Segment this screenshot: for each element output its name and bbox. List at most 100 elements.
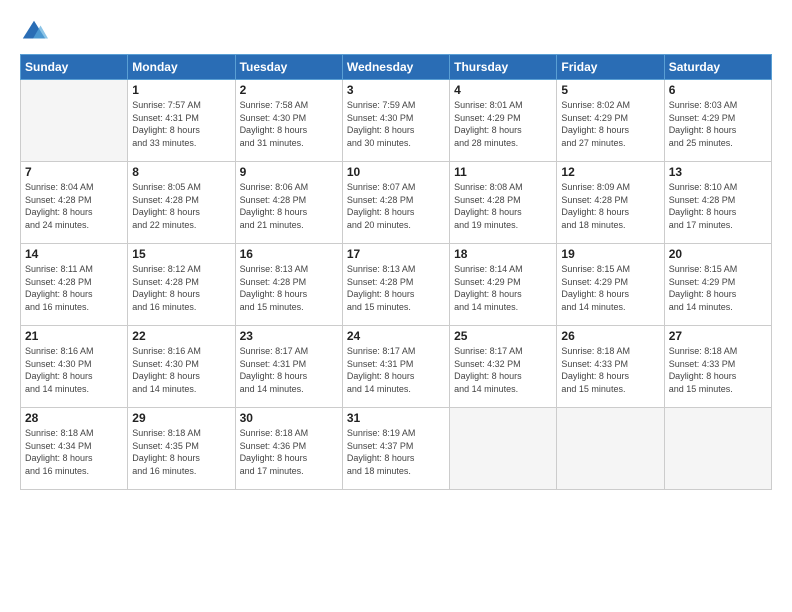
day-info: Sunrise: 8:18 AM Sunset: 4:33 PM Dayligh…	[561, 345, 659, 395]
logo-icon	[20, 18, 48, 46]
day-info: Sunrise: 8:06 AM Sunset: 4:28 PM Dayligh…	[240, 181, 338, 231]
calendar: SundayMondayTuesdayWednesdayThursdayFrid…	[20, 54, 772, 490]
weekday-header: Thursday	[450, 55, 557, 80]
calendar-week-row: 28Sunrise: 8:18 AM Sunset: 4:34 PM Dayli…	[21, 408, 772, 490]
day-info: Sunrise: 7:59 AM Sunset: 4:30 PM Dayligh…	[347, 99, 445, 149]
calendar-cell	[450, 408, 557, 490]
day-number: 27	[669, 329, 767, 343]
weekday-header: Monday	[128, 55, 235, 80]
weekday-header: Saturday	[664, 55, 771, 80]
day-number: 7	[25, 165, 123, 179]
day-number: 18	[454, 247, 552, 261]
day-info: Sunrise: 8:15 AM Sunset: 4:29 PM Dayligh…	[669, 263, 767, 313]
day-number: 23	[240, 329, 338, 343]
day-info: Sunrise: 8:03 AM Sunset: 4:29 PM Dayligh…	[669, 99, 767, 149]
calendar-cell: 2 Sunrise: 7:58 AM Sunset: 4:30 PM Daylig…	[235, 80, 342, 162]
calendar-cell: 8 Sunrise: 8:05 AM Sunset: 4:28 PM Daylig…	[128, 162, 235, 244]
calendar-cell: 24Sunrise: 8:17 AM Sunset: 4:31 PM Dayli…	[342, 326, 449, 408]
day-number: 6	[669, 83, 767, 97]
day-info: Sunrise: 8:07 AM Sunset: 4:28 PM Dayligh…	[347, 181, 445, 231]
calendar-cell: 29 Sunrise: 8:18 AM Sunset: 4:35 PM Dayli…	[128, 408, 235, 490]
day-number: 11	[454, 165, 552, 179]
day-info: Sunrise: 8:14 AM Sunset: 4:29 PM Dayligh…	[454, 263, 552, 313]
calendar-week-row: 21 Sunrise: 8:16 AM Sunset: 4:30 PM Dayli…	[21, 326, 772, 408]
weekday-header: Tuesday	[235, 55, 342, 80]
day-info: Sunrise: 8:01 AM Sunset: 4:29 PM Dayligh…	[454, 99, 552, 149]
day-info: Sunrise: 7:57 AM Sunset: 4:31 PM Dayligh…	[132, 99, 230, 149]
day-number: 25	[454, 329, 552, 343]
calendar-week-row: 14Sunrise: 8:11 AM Sunset: 4:28 PM Dayli…	[21, 244, 772, 326]
day-number: 26	[561, 329, 659, 343]
weekday-header: Wednesday	[342, 55, 449, 80]
header	[20, 18, 772, 46]
day-info: Sunrise: 8:19 AM Sunset: 4:37 PM Dayligh…	[347, 427, 445, 477]
calendar-week-row: 7 Sunrise: 8:04 AM Sunset: 4:28 PM Daylig…	[21, 162, 772, 244]
weekday-header: Friday	[557, 55, 664, 80]
calendar-week-row: 1 Sunrise: 7:57 AM Sunset: 4:31 PM Daylig…	[21, 80, 772, 162]
calendar-cell: 1 Sunrise: 7:57 AM Sunset: 4:31 PM Daylig…	[128, 80, 235, 162]
day-number: 9	[240, 165, 338, 179]
day-number: 10	[347, 165, 445, 179]
calendar-cell	[664, 408, 771, 490]
day-info: Sunrise: 8:18 AM Sunset: 4:36 PM Dayligh…	[240, 427, 338, 477]
calendar-cell: 21 Sunrise: 8:16 AM Sunset: 4:30 PM Dayli…	[21, 326, 128, 408]
calendar-cell: 30 Sunrise: 8:18 AM Sunset: 4:36 PM Dayli…	[235, 408, 342, 490]
calendar-cell: 9 Sunrise: 8:06 AM Sunset: 4:28 PM Daylig…	[235, 162, 342, 244]
day-number: 19	[561, 247, 659, 261]
day-info: Sunrise: 8:04 AM Sunset: 4:28 PM Dayligh…	[25, 181, 123, 231]
day-info: Sunrise: 8:10 AM Sunset: 4:28 PM Dayligh…	[669, 181, 767, 231]
calendar-cell: 26 Sunrise: 8:18 AM Sunset: 4:33 PM Dayli…	[557, 326, 664, 408]
calendar-cell: 13 Sunrise: 8:10 AM Sunset: 4:28 PM Dayli…	[664, 162, 771, 244]
day-info: Sunrise: 8:18 AM Sunset: 4:35 PM Dayligh…	[132, 427, 230, 477]
day-info: Sunrise: 8:15 AM Sunset: 4:29 PM Dayligh…	[561, 263, 659, 313]
day-number: 29	[132, 411, 230, 425]
calendar-cell: 17 Sunrise: 8:13 AM Sunset: 4:28 PM Dayli…	[342, 244, 449, 326]
day-info: Sunrise: 8:17 AM Sunset: 4:31 PM Dayligh…	[347, 345, 445, 395]
day-info: Sunrise: 8:16 AM Sunset: 4:30 PM Dayligh…	[132, 345, 230, 395]
calendar-cell: 5Sunrise: 8:02 AM Sunset: 4:29 PM Daylig…	[557, 80, 664, 162]
day-info: Sunrise: 8:17 AM Sunset: 4:32 PM Dayligh…	[454, 345, 552, 395]
calendar-cell: 23 Sunrise: 8:17 AM Sunset: 4:31 PM Dayli…	[235, 326, 342, 408]
calendar-cell: 31 Sunrise: 8:19 AM Sunset: 4:37 PM Dayli…	[342, 408, 449, 490]
calendar-cell: 12 Sunrise: 8:09 AM Sunset: 4:28 PM Dayli…	[557, 162, 664, 244]
day-number: 31	[347, 411, 445, 425]
day-info: Sunrise: 8:11 AM Sunset: 4:28 PM Dayligh…	[25, 263, 123, 313]
day-info: Sunrise: 8:13 AM Sunset: 4:28 PM Dayligh…	[240, 263, 338, 313]
day-number: 2	[240, 83, 338, 97]
day-info: Sunrise: 8:18 AM Sunset: 4:33 PM Dayligh…	[669, 345, 767, 395]
day-info: Sunrise: 8:13 AM Sunset: 4:28 PM Dayligh…	[347, 263, 445, 313]
calendar-cell: 16Sunrise: 8:13 AM Sunset: 4:28 PM Dayli…	[235, 244, 342, 326]
calendar-cell: 28Sunrise: 8:18 AM Sunset: 4:34 PM Dayli…	[21, 408, 128, 490]
day-info: Sunrise: 7:58 AM Sunset: 4:30 PM Dayligh…	[240, 99, 338, 149]
calendar-cell	[557, 408, 664, 490]
day-number: 13	[669, 165, 767, 179]
day-info: Sunrise: 8:05 AM Sunset: 4:28 PM Dayligh…	[132, 181, 230, 231]
weekday-header: Sunday	[21, 55, 128, 80]
day-info: Sunrise: 8:16 AM Sunset: 4:30 PM Dayligh…	[25, 345, 123, 395]
calendar-cell	[21, 80, 128, 162]
calendar-cell: 25 Sunrise: 8:17 AM Sunset: 4:32 PM Dayli…	[450, 326, 557, 408]
page: SundayMondayTuesdayWednesdayThursdayFrid…	[0, 0, 792, 612]
day-number: 1	[132, 83, 230, 97]
calendar-cell: 20Sunrise: 8:15 AM Sunset: 4:29 PM Dayli…	[664, 244, 771, 326]
day-number: 17	[347, 247, 445, 261]
day-number: 28	[25, 411, 123, 425]
calendar-cell: 14Sunrise: 8:11 AM Sunset: 4:28 PM Dayli…	[21, 244, 128, 326]
day-number: 8	[132, 165, 230, 179]
calendar-cell: 11Sunrise: 8:08 AM Sunset: 4:28 PM Dayli…	[450, 162, 557, 244]
weekday-header-row: SundayMondayTuesdayWednesdayThursdayFrid…	[21, 55, 772, 80]
calendar-cell: 10 Sunrise: 8:07 AM Sunset: 4:28 PM Dayli…	[342, 162, 449, 244]
calendar-cell: 7 Sunrise: 8:04 AM Sunset: 4:28 PM Daylig…	[21, 162, 128, 244]
logo	[20, 18, 52, 46]
day-info: Sunrise: 8:09 AM Sunset: 4:28 PM Dayligh…	[561, 181, 659, 231]
day-number: 3	[347, 83, 445, 97]
day-info: Sunrise: 8:02 AM Sunset: 4:29 PM Dayligh…	[561, 99, 659, 149]
day-info: Sunrise: 8:17 AM Sunset: 4:31 PM Dayligh…	[240, 345, 338, 395]
day-number: 12	[561, 165, 659, 179]
calendar-cell: 22Sunrise: 8:16 AM Sunset: 4:30 PM Dayli…	[128, 326, 235, 408]
day-number: 15	[132, 247, 230, 261]
day-number: 30	[240, 411, 338, 425]
calendar-cell: 15Sunrise: 8:12 AM Sunset: 4:28 PM Dayli…	[128, 244, 235, 326]
calendar-cell: 18 Sunrise: 8:14 AM Sunset: 4:29 PM Dayli…	[450, 244, 557, 326]
day-number: 21	[25, 329, 123, 343]
